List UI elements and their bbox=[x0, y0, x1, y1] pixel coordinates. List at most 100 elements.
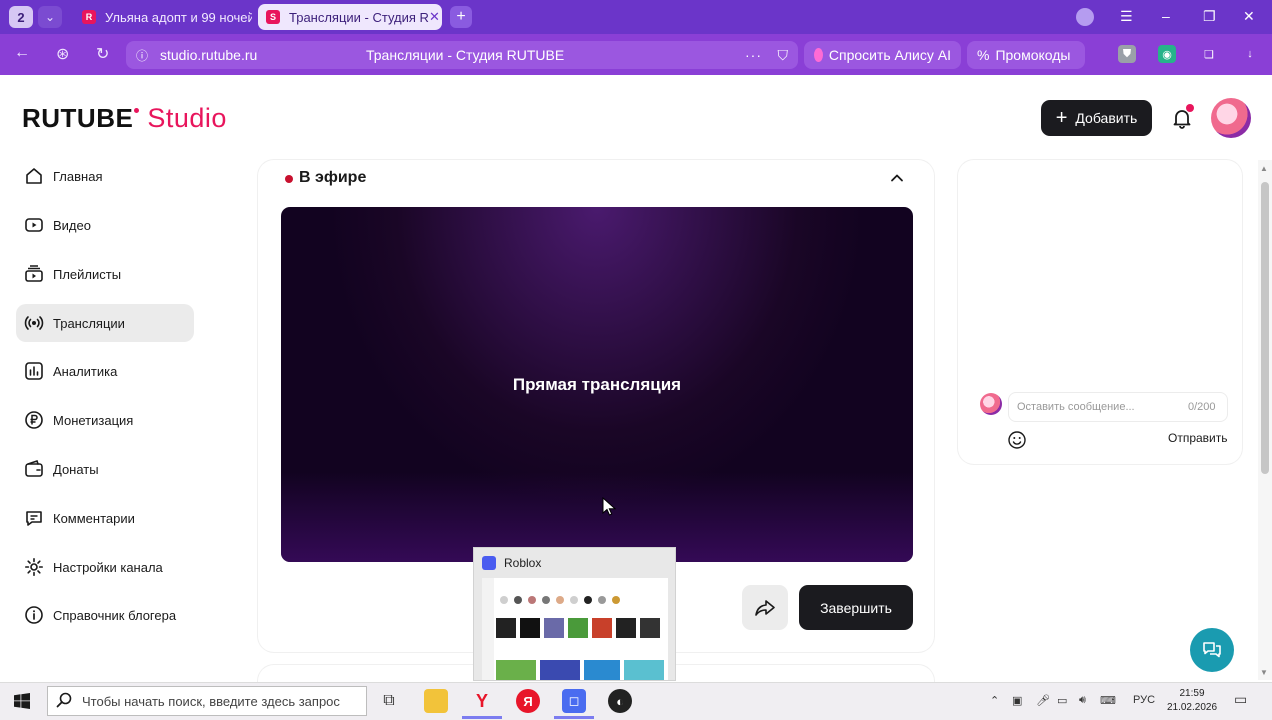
support-chat-button[interactable] bbox=[1190, 628, 1234, 672]
playlist-icon bbox=[25, 265, 43, 282]
yandex-browser-icon[interactable]: Y bbox=[470, 689, 494, 713]
percent-icon: % bbox=[977, 47, 990, 63]
roblox-thumbnail bbox=[482, 578, 668, 680]
sidebar-item-blogger-guide[interactable]: Справочник блогера bbox=[16, 596, 194, 634]
clock-time: 21:59 bbox=[1179, 688, 1205, 699]
add-button[interactable]: + Добавить bbox=[1041, 100, 1152, 136]
shield-icon[interactable]: ⊛ bbox=[56, 44, 69, 64]
sidebar-item-analytics[interactable]: Аналитика bbox=[16, 352, 194, 390]
plus-icon: + bbox=[1055, 107, 1068, 129]
send-message-button[interactable]: Отправить bbox=[1168, 431, 1228, 445]
scrollbar-thumb[interactable] bbox=[1261, 182, 1269, 474]
comment-icon bbox=[26, 511, 42, 526]
roblox-active-indicator bbox=[554, 716, 594, 719]
page-title-text: Трансляции - Студия RUTUBE bbox=[366, 47, 565, 63]
roblox-taskbar-icon[interactable]: ◻ bbox=[562, 689, 586, 713]
ask-alice-button[interactable]: Спросить Алису AI bbox=[804, 41, 961, 69]
reload-icon[interactable]: ↻ bbox=[96, 44, 109, 64]
rutube-studio-logo[interactable]: RUTUBE Studio bbox=[22, 103, 227, 134]
tab-list-chevron-icon[interactable]: ⌄ bbox=[38, 6, 62, 28]
back-icon[interactable]: ← bbox=[14, 44, 30, 62]
tab-broadcasts[interactable]: S Трансляции - Студия R ✕ bbox=[258, 4, 442, 30]
extension-pages-icon[interactable]: ❏ bbox=[1200, 45, 1218, 63]
menu-icon[interactable]: ☰ bbox=[1120, 8, 1133, 25]
sidebar-item-comments[interactable]: Комментарии bbox=[16, 499, 194, 537]
gear-icon bbox=[25, 558, 43, 576]
wallet-icon bbox=[25, 459, 43, 477]
tab-ulyana[interactable]: R Ульяна адопт и 99 ночей bbox=[74, 4, 252, 30]
windows-start-icon[interactable] bbox=[14, 693, 30, 709]
chat-user-avatar bbox=[980, 393, 1002, 415]
tray-keyboard-icon[interactable]: ⌨ bbox=[1100, 694, 1116, 707]
roblox-window-preview[interactable]: Roblox bbox=[473, 547, 676, 681]
tray-volume-icon[interactable]: 🔊︎ bbox=[1079, 694, 1086, 707]
alice-icon bbox=[814, 48, 823, 62]
sidebar-item-playlists[interactable]: Плейлисты bbox=[16, 255, 194, 293]
preview-title: Roblox bbox=[504, 556, 542, 570]
share-button[interactable] bbox=[742, 585, 788, 630]
notification-dot bbox=[1186, 104, 1194, 112]
extension-vpn-icon[interactable]: ◉ bbox=[1158, 45, 1176, 63]
sidebar-item-broadcasts[interactable]: Трансляции bbox=[16, 304, 194, 342]
home-icon bbox=[26, 168, 42, 184]
tab-count-badge[interactable]: 2 bbox=[9, 6, 33, 28]
info-icon bbox=[25, 606, 43, 624]
tab-label: Ульяна адопт и 99 ночей bbox=[105, 9, 252, 25]
taskbar-search-input[interactable]: Чтобы начать поиск, введите здесь запрос bbox=[47, 686, 367, 716]
live-indicator-dot bbox=[285, 175, 293, 183]
studio-favicon-icon: S bbox=[266, 10, 280, 24]
support-chat-icon bbox=[1203, 642, 1221, 658]
sidebar-item-channel-settings[interactable]: Настройки канала bbox=[16, 548, 194, 586]
scroll-up-icon[interactable]: ▲ bbox=[1260, 164, 1268, 173]
sidebar-item-monetization[interactable]: Монетизация bbox=[16, 401, 194, 439]
tray-mic-icon[interactable]: 🎤︎ bbox=[1036, 694, 1050, 707]
file-explorer-icon[interactable] bbox=[424, 689, 448, 713]
close-window-icon[interactable]: ✕ bbox=[1243, 8, 1255, 25]
minimize-icon[interactable]: – bbox=[1162, 8, 1170, 24]
sidebar-item-video[interactable]: Видео bbox=[16, 206, 194, 244]
promo-button[interactable]: % Промокоды bbox=[967, 41, 1085, 69]
chat-char-counter: 0/200 bbox=[1188, 401, 1216, 413]
finish-stream-button[interactable]: Завершить bbox=[799, 585, 913, 630]
clock-date: 21.02.2026 bbox=[1166, 702, 1218, 713]
task-view-icon[interactable]: ⧉ bbox=[377, 689, 401, 713]
scroll-down-icon[interactable]: ▼ bbox=[1260, 668, 1268, 677]
chevron-up-icon[interactable] bbox=[888, 169, 906, 187]
restore-icon[interactable]: ❐ bbox=[1203, 8, 1216, 25]
extension-shield-icon[interactable]: ⛊ bbox=[1118, 45, 1136, 63]
profile-icon[interactable] bbox=[1076, 8, 1094, 26]
mouse-cursor-icon bbox=[602, 497, 616, 516]
broadcast-icon bbox=[24, 316, 44, 330]
tab-label: Трансляции - Студия R bbox=[289, 9, 429, 25]
sidebar-item-home[interactable]: Главная bbox=[16, 157, 194, 195]
tray-network-icon[interactable]: ▣ bbox=[1012, 694, 1022, 707]
url-text: studio.rutube.ru bbox=[160, 47, 258, 63]
taskbar-clock[interactable]: 21:59 21.02.2026 bbox=[1166, 687, 1218, 715]
tray-chevron-icon[interactable]: ⌃ bbox=[990, 694, 999, 707]
tray-language[interactable]: РУС bbox=[1133, 694, 1155, 706]
video-icon bbox=[25, 218, 43, 232]
rutube-favicon-icon: R bbox=[82, 10, 96, 24]
bookmark-icon[interactable]: ⛉ bbox=[778, 47, 789, 64]
tray-display-icon[interactable]: ▭ bbox=[1057, 694, 1067, 707]
close-tab-icon[interactable]: ✕ bbox=[429, 9, 440, 25]
more-icon[interactable]: ··· bbox=[745, 47, 762, 63]
live-status-label: В эфире bbox=[299, 169, 367, 186]
app-record-icon[interactable]: ◐ bbox=[608, 689, 632, 713]
site-info-icon[interactable]: ⓘ bbox=[136, 47, 148, 64]
emoji-icon[interactable] bbox=[1007, 430, 1027, 450]
url-field[interactable]: ⓘ studio.rutube.ru Трансляции - Студия R… bbox=[126, 41, 798, 69]
active-app-indicator bbox=[462, 716, 502, 719]
ruble-icon bbox=[25, 411, 43, 429]
video-player[interactable]: Прямая трансляция bbox=[281, 207, 913, 562]
download-icon[interactable]: ↓ bbox=[1241, 45, 1259, 63]
share-arrow-icon bbox=[755, 599, 775, 616]
logo-dot bbox=[134, 108, 140, 113]
notifications-icon[interactable]: ▭ bbox=[1234, 691, 1247, 708]
user-avatar[interactable] bbox=[1211, 98, 1251, 138]
new-tab-button[interactable]: + bbox=[450, 6, 472, 28]
roblox-icon bbox=[482, 556, 496, 570]
player-placeholder-text: Прямая трансляция bbox=[512, 375, 682, 394]
yandex-icon[interactable]: Я bbox=[516, 689, 540, 713]
sidebar-item-donations[interactable]: Донаты bbox=[16, 450, 194, 488]
